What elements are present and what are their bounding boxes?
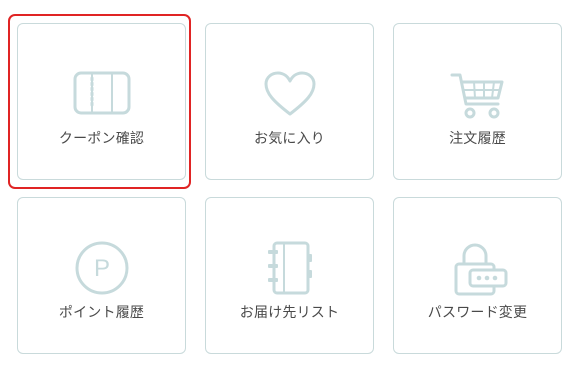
order-history-card[interactable]: 注文履歴 [393, 23, 562, 180]
point-circle-icon: P [18, 240, 185, 296]
favorites-card[interactable]: お気に入り [205, 23, 374, 180]
point-history-label: ポイント履歴 [58, 305, 145, 321]
coupon-label: クーポン確認 [58, 131, 145, 147]
coupon-book-icon [18, 70, 185, 126]
address-book-icon [206, 240, 373, 296]
password-change-label: パスワード変更 [427, 305, 528, 321]
order-history-label: 注文履歴 [449, 131, 506, 147]
padlock-icon [394, 240, 561, 296]
address-list-card[interactable]: お届け先リスト [205, 197, 374, 354]
mypage-menu-grid: クーポン確認 お気に入り 注文履歴 P ポイント履歴 お届け先リスト パスワード… [0, 0, 588, 369]
coupon-card[interactable]: クーポン確認 [17, 23, 186, 180]
favorites-label: お気に入り [254, 131, 325, 147]
heart-icon [206, 70, 373, 126]
password-change-card[interactable]: パスワード変更 [393, 197, 562, 354]
address-list-label: お届け先リスト [239, 305, 340, 321]
point-icon-letter: P [93, 255, 109, 282]
cart-icon [394, 72, 561, 128]
point-history-card[interactable]: P ポイント履歴 [17, 197, 186, 354]
